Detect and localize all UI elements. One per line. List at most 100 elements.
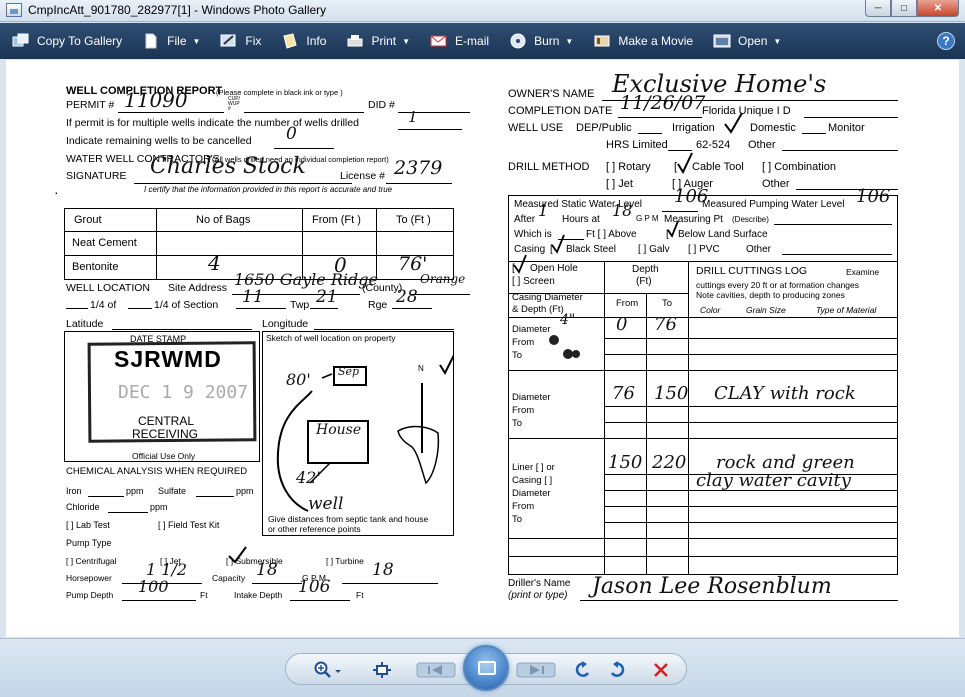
official-use-label: Official Use Only <box>132 451 196 461</box>
from-header: From (Ft ) <box>312 214 361 226</box>
black-steel-check <box>551 234 565 254</box>
sketch-label: Sketch of well location on property <box>266 333 396 343</box>
hours-label: Hours at <box>562 214 600 225</box>
fix-icon <box>220 33 238 49</box>
chevron-down-icon: ▼ <box>565 36 574 46</box>
stamp-agency: SJRWMD <box>114 346 222 372</box>
image-viewer: WELL COMPLETION REPORT (Please complete … <box>6 60 959 637</box>
row2-to: 150 <box>654 383 689 404</box>
slideshow-button[interactable] <box>463 645 509 691</box>
which-is-label: Which is <box>514 229 552 240</box>
fix-button[interactable]: Fix <box>210 23 271 59</box>
zoom-icon[interactable] <box>312 661 344 679</box>
from3-label: From <box>512 501 535 512</box>
gpm-value: 18 <box>372 560 394 580</box>
file-menu[interactable]: File ▼ <box>132 23 210 59</box>
liner-label: Liner [ ] or <box>512 462 555 473</box>
iron-label: Iron <box>66 486 82 496</box>
row2-desc: CLAY with rock <box>714 383 856 404</box>
chloride-ppm: ppm <box>150 502 168 512</box>
close-button[interactable]: ✕ <box>917 0 959 17</box>
info-button[interactable]: Info <box>271 23 336 59</box>
print-menu[interactable]: Print ▼ <box>336 23 420 59</box>
screen-label: [ ] Screen <box>512 276 555 287</box>
bottom-controls <box>0 638 965 697</box>
sketch-sep: Sep <box>338 365 360 378</box>
print-icon <box>346 33 364 49</box>
movie-icon <box>593 33 611 49</box>
rotate-counterclockwise-icon[interactable] <box>572 661 594 679</box>
rotary-label: [ ] Rotary <box>606 161 651 173</box>
stamp-receiving: RECEIVING <box>132 427 199 441</box>
multi-wells-value: 1 <box>408 108 418 126</box>
row2-from: 76 <box>612 383 635 404</box>
below-land-label: Below Land Surface <box>678 229 768 240</box>
log-col-color: Color <box>700 305 721 315</box>
bentonite-bags: 4 <box>208 251 221 275</box>
driller-note: (print or type) <box>508 590 568 601</box>
print-label: Print <box>371 34 397 48</box>
completion-label: COMPLETION DATE <box>508 105 613 117</box>
jet2-label: [ ] Jet <box>606 178 633 190</box>
pumping-level-value: 106 <box>856 186 891 207</box>
intake-ft: Ft <box>356 590 364 600</box>
from2-label: From <box>512 405 535 416</box>
dot-mark: · <box>54 184 59 200</box>
chevron-down-icon: ▼ <box>773 36 782 46</box>
next-icon[interactable] <box>516 661 556 679</box>
to1-label: To <box>512 350 523 361</box>
cupwup-label: CUP/ WUP # <box>228 96 240 112</box>
burn-menu[interactable]: Burn ▼ <box>499 23 583 59</box>
depth-label: Depth <box>632 264 659 275</box>
window-controls: ─ □ ✕ <box>865 0 959 17</box>
multi-wells-label: If permit is for multiple wells indicate… <box>66 117 359 129</box>
well-use-label: WELL USE <box>508 122 564 134</box>
help-icon[interactable]: ? <box>937 32 955 50</box>
domestic-label: Domestic <box>750 122 796 134</box>
pump-depth-value: 100 <box>138 577 169 596</box>
copy-to-gallery-label: Copy To Gallery <box>37 34 123 48</box>
rotate-clockwise-icon[interactable] <box>606 661 628 679</box>
casing2-label: Casing [ ] <box>512 475 553 486</box>
open-menu[interactable]: Open ▼ <box>703 23 791 59</box>
chem-title: CHEMICAL ANALYSIS WHEN REQUIRED <box>66 466 248 477</box>
completion-value: 11/26/07 <box>620 92 706 114</box>
driller-label: Driller's Name <box>508 578 571 589</box>
make-a-movie-label: Make a Movie <box>618 34 694 48</box>
toolbar: Copy To Gallery File ▼ Fix Info Print ▼ … <box>0 23 965 59</box>
rge-value: 28 <box>396 287 418 307</box>
email-button[interactable]: E-mail <box>420 23 499 59</box>
minimize-button[interactable]: ─ <box>865 0 891 17</box>
to2-label: To <box>512 418 523 429</box>
hrs-limited-label: HRS Limited <box>606 139 668 151</box>
row1-from: 0 <box>616 314 628 335</box>
cable-tool-label: Cable Tool <box>692 161 744 173</box>
other2-label: Other <box>762 178 790 190</box>
make-a-movie-button[interactable]: Make a Movie <box>583 23 703 59</box>
copy-to-gallery-button[interactable]: Copy To Gallery <box>0 23 132 59</box>
bentonite-label: Bentonite <box>72 261 119 273</box>
maximize-button[interactable]: □ <box>891 0 917 17</box>
turbine-label: [ ] Turbine <box>326 556 364 566</box>
casing-diameter-label: Casing Diameter <box>512 292 583 303</box>
well-location-label: WELL LOCATION <box>66 282 151 294</box>
cancelled-label: Indicate remaining wells to be cancelled <box>66 135 252 147</box>
combination-label: [ ] Combination <box>762 161 836 173</box>
email-label: E-mail <box>455 34 490 48</box>
driller-value: Jason Lee Rosenblum <box>592 574 832 599</box>
stamp-central: CENTRAL <box>138 414 195 428</box>
permit-label: PERMIT # <box>66 99 115 111</box>
permit-value: 11090 <box>124 88 188 112</box>
previous-icon[interactable] <box>416 661 456 679</box>
sketch-dist1: 80' <box>286 370 311 389</box>
delete-icon[interactable] <box>650 661 672 679</box>
actual-size-icon[interactable] <box>370 661 394 679</box>
owner-label: OWNER'S NAME <box>508 88 595 100</box>
drill-method-label: DRILL METHOD <box>508 161 590 173</box>
sketch-dist2: 42' <box>296 468 321 487</box>
chevron-down-icon: ▼ <box>192 36 201 46</box>
horsepower-label: Horsepower <box>66 573 112 583</box>
pump-type-label: Pump Type <box>66 538 112 548</box>
field-test-label: [ ] Field Test Kit <box>158 520 220 530</box>
photo-gallery-icon <box>6 3 22 17</box>
